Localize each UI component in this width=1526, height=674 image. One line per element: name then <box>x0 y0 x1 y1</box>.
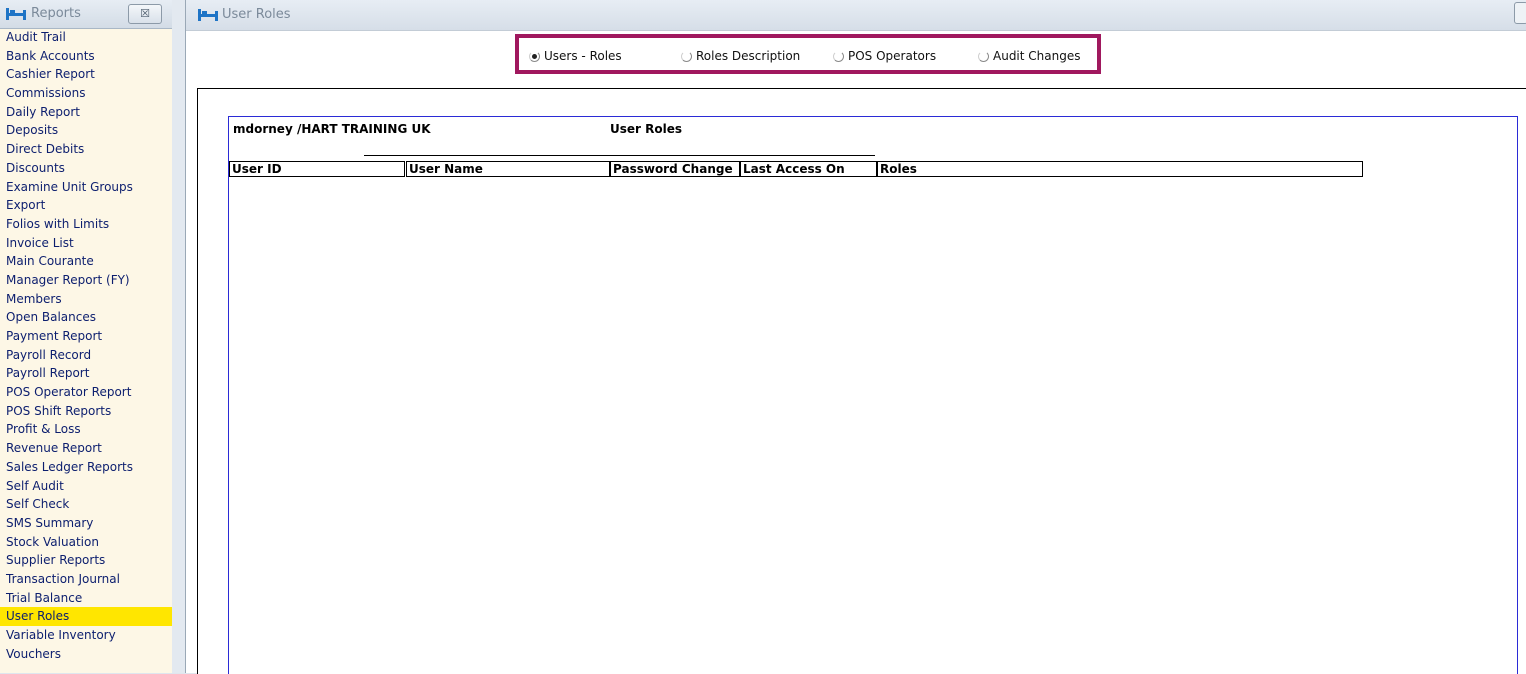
report-page: mdorney /HART TRAINING UK User Roles Use… <box>228 116 1518 674</box>
sidebar-item-variable-inventory[interactable]: Variable Inventory <box>0 626 172 645</box>
sidebar-item-examine-unit-groups[interactable]: Examine Unit Groups <box>0 178 172 197</box>
sidebar-item-commissions[interactable]: Commissions <box>0 84 172 103</box>
reports-panel-header: Reports ☒ <box>0 0 172 29</box>
sidebar-item-discounts[interactable]: Discounts <box>0 159 172 178</box>
reports-panel-title: Reports <box>31 6 81 21</box>
close-panel-button[interactable]: ☒ <box>128 4 162 24</box>
sidebar-item-payroll-report[interactable]: Payroll Report <box>0 364 172 383</box>
column-header-last-access-on: Last Access On <box>740 161 877 177</box>
column-header-user-name: User Name <box>406 161 610 177</box>
sidebar-item-trial-balance[interactable]: Trial Balance <box>0 589 172 608</box>
sidebar-item-stock-valuation[interactable]: Stock Valuation <box>0 533 172 552</box>
sidebar-item-sales-ledger-reports[interactable]: Sales Ledger Reports <box>0 458 172 477</box>
report-title: User Roles <box>610 122 682 136</box>
radio-icon <box>978 50 989 62</box>
sidebar-item-revenue-report[interactable]: Revenue Report <box>0 439 172 458</box>
report-user-line: mdorney /HART TRAINING UK <box>233 122 431 136</box>
sidebar-item-vouchers[interactable]: Vouchers <box>0 645 172 664</box>
sidebar-item-main-courante[interactable]: Main Courante <box>0 252 172 271</box>
panel-splitter[interactable] <box>172 0 186 673</box>
sidebar-item-payroll-record[interactable]: Payroll Record <box>0 346 172 365</box>
window-title: User Roles <box>222 7 291 22</box>
option-pos-operators[interactable]: POS Operators <box>833 49 936 63</box>
sidebar-item-payment-report[interactable]: Payment Report <box>0 327 172 346</box>
window-corner-button[interactable] <box>1514 2 1526 24</box>
sidebar-item-export[interactable]: Export <box>0 196 172 215</box>
sidebar-item-self-audit[interactable]: Self Audit <box>0 477 172 496</box>
sidebar-item-pos-operator-report[interactable]: POS Operator Report <box>0 383 172 402</box>
column-header-roles: Roles <box>877 161 1363 177</box>
sidebar-item-pos-shift-reports[interactable]: POS Shift Reports <box>0 402 172 421</box>
bed-icon <box>198 9 218 21</box>
sidebar-item-transaction-journal[interactable]: Transaction Journal <box>0 570 172 589</box>
sidebar-item-user-roles[interactable]: User Roles <box>0 607 172 626</box>
radio-icon <box>833 50 844 62</box>
title-underline <box>364 155 875 156</box>
radio-icon <box>529 50 540 62</box>
sidebar-item-direct-debits[interactable]: Direct Debits <box>0 140 172 159</box>
radio-icon <box>681 50 692 62</box>
report-options: Users - Roles Roles Description POS Oper… <box>515 34 1101 74</box>
sidebar-item-manager-report-fy[interactable]: Manager Report (FY) <box>0 271 172 290</box>
sidebar-item-audit-trail[interactable]: Audit Trail <box>0 28 172 47</box>
sidebar-item-folios-with-limits[interactable]: Folios with Limits <box>0 215 172 234</box>
sidebar-item-invoice-list[interactable]: Invoice List <box>0 234 172 253</box>
option-audit-changes[interactable]: Audit Changes <box>978 49 1080 63</box>
sidebar-item-open-balances[interactable]: Open Balances <box>0 308 172 327</box>
option-roles-description[interactable]: Roles Description <box>681 49 800 63</box>
sidebar-item-supplier-reports[interactable]: Supplier Reports <box>0 551 172 570</box>
sidebar-item-bank-accounts[interactable]: Bank Accounts <box>0 47 172 66</box>
sidebar-item-members[interactable]: Members <box>0 290 172 309</box>
column-header-password-change: Password Change <box>610 161 740 177</box>
sidebar-item-deposits[interactable]: Deposits <box>0 121 172 140</box>
sidebar-item-daily-report[interactable]: Daily Report <box>0 103 172 122</box>
reports-panel: Reports ☒ Audit Trail Bank Accounts Cashie… <box>0 0 173 673</box>
bed-icon <box>6 8 26 20</box>
window-header: User Roles <box>186 0 1526 31</box>
sidebar-item-profit-loss[interactable]: Profit & Loss <box>0 420 172 439</box>
reports-list: Audit Trail Bank Accounts Cashier Report Co… <box>0 28 172 663</box>
option-users-roles[interactable]: Users - Roles <box>529 49 622 63</box>
column-header-user-id: User ID <box>229 161 405 177</box>
sidebar-item-self-check[interactable]: Self Check <box>0 495 172 514</box>
sidebar-item-cashier-report[interactable]: Cashier Report <box>0 65 172 84</box>
sidebar-item-sms-summary[interactable]: SMS Summary <box>0 514 172 533</box>
